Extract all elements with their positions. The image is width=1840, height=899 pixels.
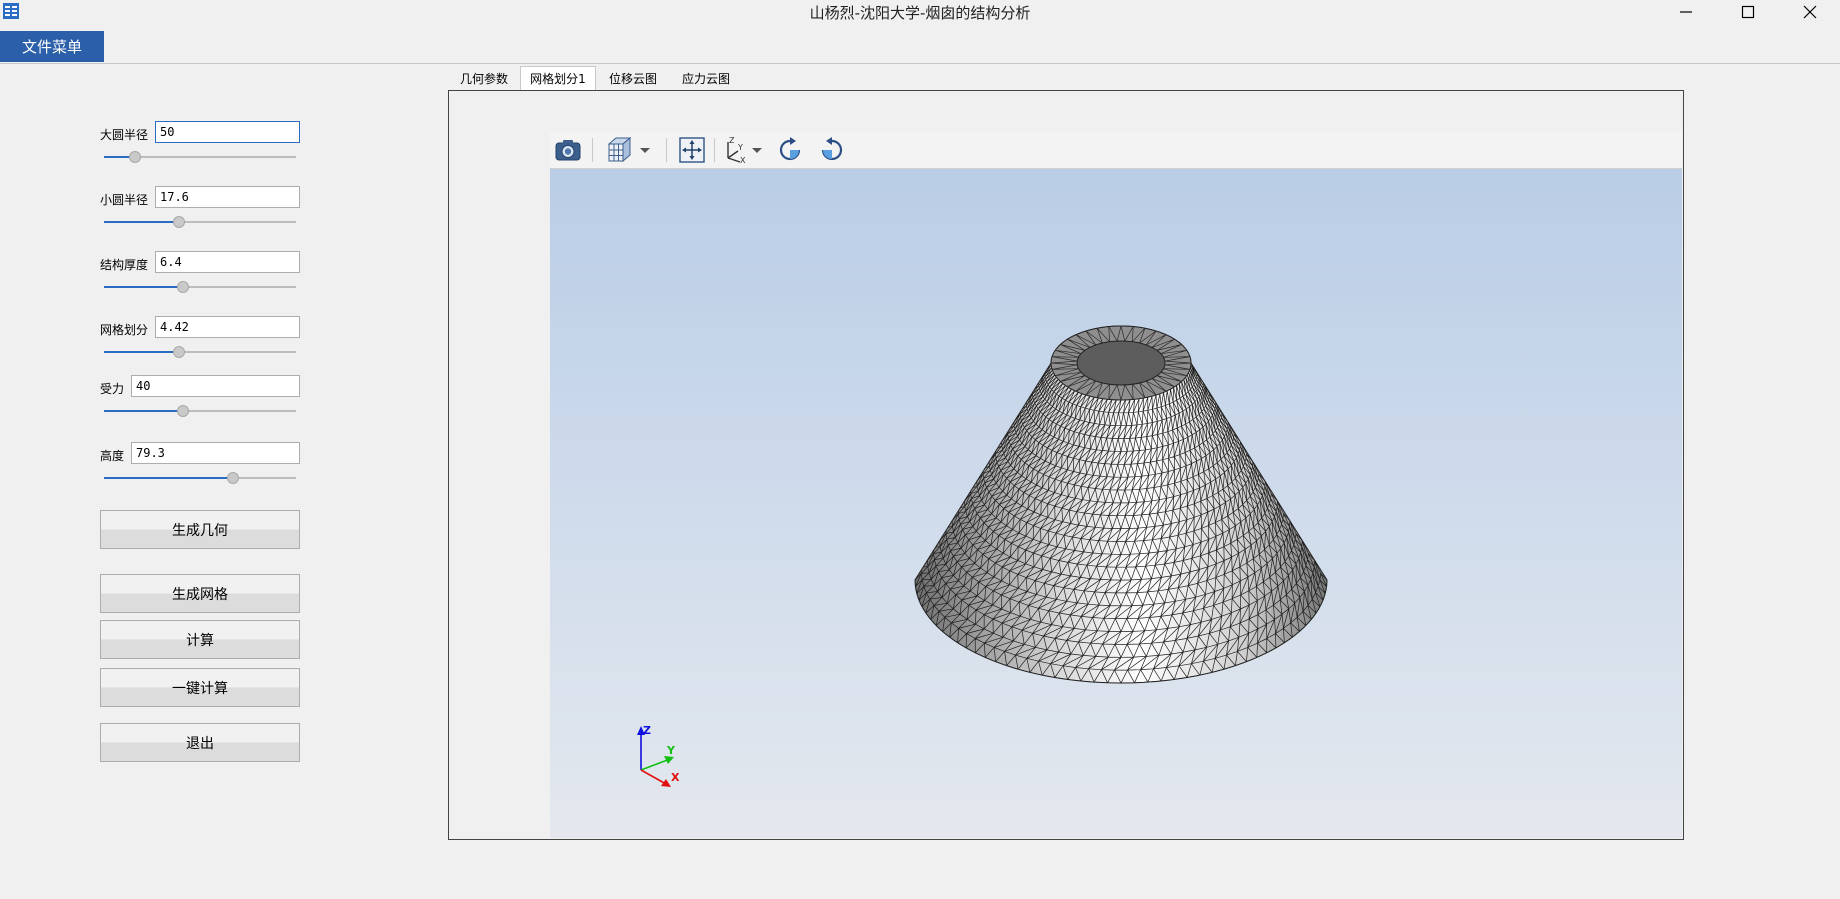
minimize-icon [1680, 11, 1692, 13]
svg-text:Y: Y [737, 143, 743, 152]
axis-label-x: X [671, 771, 680, 784]
view-cube-icon [607, 136, 632, 163]
slider-thumb[interactable] [176, 405, 189, 417]
slider-thumb[interactable] [172, 346, 185, 358]
exit-button[interactable]: 退出 [100, 723, 300, 762]
rotate-clockwise-icon [779, 137, 801, 161]
viewer-toolbar: Z Y X [550, 132, 1682, 169]
file-menu-button[interactable]: 文件菜单 [0, 31, 104, 62]
force-slider[interactable] [104, 405, 296, 417]
param-label-thickness: 结构厚度 [100, 258, 149, 272]
tab-stress[interactable]: 应力云图 [670, 67, 742, 90]
svg-text:Z: Z [729, 136, 735, 145]
small-radius-input[interactable]: 17.6 [155, 186, 300, 208]
one-click-compute-button[interactable]: 一键计算 [100, 668, 300, 707]
axis-label-z: Z [643, 724, 651, 737]
fit-all-icon [679, 137, 705, 163]
force-input[interactable]: 40 [131, 375, 300, 397]
rotate-counterclockwise-button[interactable] [818, 136, 846, 164]
thickness-slider[interactable] [104, 281, 296, 293]
height-slider[interactable] [104, 472, 296, 484]
chimney-top-hole [1076, 340, 1166, 386]
rotate-clockwise-button[interactable] [776, 136, 804, 164]
window-title: 山杨烈-沈阳大学-烟囱的结构分析 [809, 4, 1031, 22]
view-cube-button[interactable] [606, 136, 651, 164]
chevron-down-icon[interactable] [751, 145, 763, 155]
rotate-counterclockwise-icon [821, 137, 843, 161]
maximize-button[interactable] [1718, 0, 1778, 24]
minimize-button[interactable] [1656, 0, 1716, 24]
close-button[interactable] [1780, 0, 1840, 24]
tab-displacement[interactable]: 位移云图 [598, 67, 668, 90]
close-icon [1803, 5, 1817, 19]
large-radius-input[interactable]: 50 [155, 121, 300, 143]
fit-all-button[interactable] [678, 136, 706, 164]
small-radius-slider[interactable] [104, 216, 296, 228]
svg-text:X: X [740, 156, 746, 164]
tab-geometry-params[interactable]: 几何参数 [450, 67, 518, 90]
orientation-triad: Z Y X [637, 724, 680, 787]
axis-label-y: Y [666, 744, 676, 757]
slider-thumb[interactable] [176, 281, 189, 293]
slider-thumb[interactable] [128, 151, 141, 163]
compute-button[interactable]: 计算 [100, 620, 300, 659]
mesh-viewer: Z Y X Z Y X [550, 132, 1684, 838]
mesh-size-slider[interactable] [104, 346, 296, 358]
tab-mesh[interactable]: 网格划分1 [520, 66, 596, 90]
large-radius-slider[interactable] [104, 151, 296, 163]
viewport-3d[interactable]: Z Y X [550, 169, 1682, 838]
maximize-icon [1741, 5, 1755, 19]
thickness-input[interactable]: 6.4 [155, 251, 300, 273]
chevron-down-icon[interactable] [639, 145, 651, 155]
param-label-height: 高度 [100, 449, 125, 463]
menu-divider [0, 63, 1840, 64]
height-input[interactable]: 79.3 [131, 442, 300, 464]
screenshot-button[interactable] [554, 136, 582, 164]
param-label-large-radius: 大圆半径 [100, 128, 149, 142]
generate-geometry-button[interactable]: 生成几何 [100, 510, 300, 549]
axes-icon: Z Y X [727, 136, 746, 164]
slider-thumb[interactable] [172, 216, 185, 228]
param-label-small-radius: 小圆半径 [100, 193, 149, 207]
camera-icon [555, 140, 581, 161]
param-label-force: 受力 [100, 382, 125, 396]
axes-button[interactable]: Z Y X [722, 136, 763, 164]
title-bar: 山杨烈-沈阳大学-烟囱的结构分析 [0, 0, 1840, 26]
param-label-mesh-size: 网格划分 [100, 323, 149, 337]
generate-mesh-button[interactable]: 生成网格 [100, 574, 300, 613]
mesh-size-input[interactable]: 4.42 [155, 316, 300, 338]
slider-thumb[interactable] [226, 472, 239, 484]
chimney-mesh-model[interactable]: Z Y X [550, 169, 1682, 838]
